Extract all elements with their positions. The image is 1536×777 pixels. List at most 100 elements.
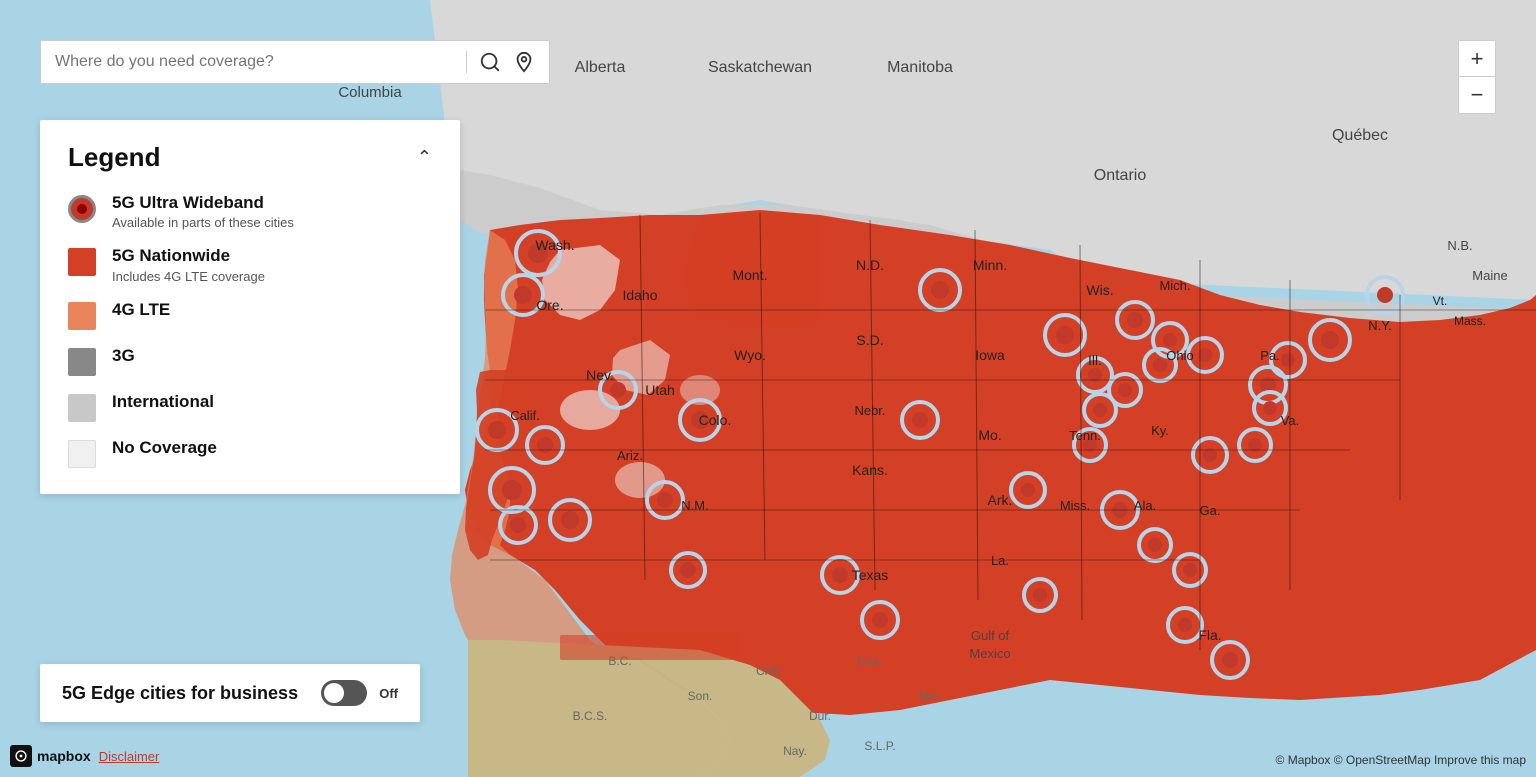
svg-text:Mass.: Mass. — [1454, 314, 1486, 328]
legend-panel: Legend ⌃ 5G Ultra Wideband Available in … — [40, 120, 460, 494]
search-icon[interactable] — [479, 51, 501, 73]
svg-text:Nay.: Nay. — [783, 744, 807, 758]
search-icon-wrap — [479, 51, 535, 73]
3g-text: 3G — [112, 346, 135, 366]
svg-text:Wyo.: Wyo. — [734, 347, 766, 363]
svg-text:N.M.: N.M. — [681, 498, 708, 513]
toggle-thumb — [324, 683, 344, 703]
svg-text:Dur.: Dur. — [809, 709, 831, 723]
svg-text:Wis.: Wis. — [1086, 282, 1113, 298]
svg-text:Miss.: Miss. — [1060, 498, 1090, 513]
svg-text:Maine: Maine — [1472, 268, 1507, 283]
svg-text:Québec: Québec — [1332, 127, 1388, 144]
svg-text:Colo.: Colo. — [699, 412, 732, 428]
svg-text:Calif.: Calif. — [510, 408, 540, 423]
legend-item-3g: 3G — [68, 346, 432, 376]
svg-text:Chih.: Chih. — [756, 664, 784, 678]
3g-label: 3G — [112, 346, 135, 366]
svg-text:Texas: Texas — [852, 567, 889, 583]
svg-text:N.Y.: N.Y. — [1368, 318, 1392, 333]
toggle-track[interactable] — [321, 680, 367, 706]
svg-text:Coa.: Coa. — [857, 654, 882, 668]
svg-text:Ariz.: Ariz. — [617, 448, 643, 463]
svg-text:Saskatchewan: Saskatchewan — [708, 59, 812, 76]
legend-collapse-button[interactable]: ⌃ — [417, 147, 432, 168]
search-input[interactable] — [55, 53, 454, 71]
svg-text:Tenn.: Tenn. — [1069, 428, 1101, 443]
edge-cities-bar: 5G Edge cities for business Off — [40, 664, 420, 722]
svg-text:Minn.: Minn. — [973, 257, 1007, 273]
search-bar[interactable] — [40, 40, 550, 84]
ultra-wideband-label: 5G Ultra Wideband — [112, 193, 294, 213]
nationwide-label: 5G Nationwide — [112, 246, 265, 266]
svg-text:N.B.: N.B. — [1447, 238, 1472, 253]
zoom-out-button[interactable]: − — [1459, 77, 1495, 113]
toggle-state-label: Off — [379, 686, 398, 701]
lte-icon — [68, 302, 96, 330]
svg-text:S.D.: S.D. — [856, 332, 883, 348]
svg-text:Ark.: Ark. — [988, 492, 1013, 508]
svg-text:Gulf of: Gulf of — [971, 628, 1010, 643]
edge-cities-label: 5G Edge cities for business — [62, 683, 298, 704]
mapbox-logo: mapbox — [10, 745, 91, 767]
svg-text:Ga.: Ga. — [1200, 503, 1221, 518]
international-text: International — [112, 392, 214, 412]
legend-item-international: International — [68, 392, 432, 422]
zoom-controls[interactable]: + − — [1458, 40, 1496, 114]
disclaimer-link[interactable]: Disclaimer — [99, 749, 160, 764]
svg-text:Utah: Utah — [645, 382, 675, 398]
svg-text:Mo.: Mo. — [978, 427, 1001, 443]
international-icon — [68, 394, 96, 422]
svg-text:Nev.: Nev. — [586, 367, 614, 383]
search-divider — [466, 51, 467, 73]
attribution-right: © Mapbox © OpenStreetMap Improve this ma… — [1276, 753, 1526, 767]
no-coverage-label: No Coverage — [112, 438, 217, 458]
svg-text:Ala.: Ala. — [1134, 498, 1156, 513]
attribution-right-text: © Mapbox © OpenStreetMap Improve this ma… — [1276, 753, 1526, 767]
svg-text:Manitoba: Manitoba — [887, 59, 953, 76]
svg-text:S.L.P.: S.L.P. — [864, 739, 895, 753]
mapbox-icon — [10, 745, 32, 767]
ultra-wideband-text: 5G Ultra Wideband Available in parts of … — [112, 193, 294, 230]
svg-text:Mexico: Mexico — [969, 646, 1010, 661]
lte-label: 4G LTE — [112, 300, 170, 320]
svg-text:Vt.: Vt. — [1433, 294, 1448, 308]
svg-text:Pa.: Pa. — [1260, 348, 1280, 363]
legend-header: Legend ⌃ — [68, 142, 432, 173]
mapbox-label: mapbox — [37, 748, 91, 764]
no-coverage-text: No Coverage — [112, 438, 217, 458]
svg-text:Va.: Va. — [1281, 413, 1300, 428]
ultra-wideband-sublabel: Available in parts of these cities — [112, 215, 294, 230]
ultra-wideband-icon — [68, 195, 96, 223]
nationwide-sublabel: Includes 4G LTE coverage — [112, 269, 265, 284]
3g-icon — [68, 348, 96, 376]
svg-text:B.C.S.: B.C.S. — [573, 709, 608, 723]
edge-cities-toggle[interactable]: Off — [321, 680, 398, 706]
svg-text:Ontario: Ontario — [1094, 167, 1147, 184]
location-pin-icon[interactable] — [513, 51, 535, 73]
legend-item-nationwide: 5G Nationwide Includes 4G LTE coverage — [68, 246, 432, 283]
svg-text:Kans.: Kans. — [852, 462, 888, 478]
svg-text:Idaho: Idaho — [622, 287, 657, 303]
map-container[interactable]: British Columbia Alberta Saskatchewan Ma… — [0, 0, 1536, 777]
no-coverage-icon — [68, 440, 96, 468]
svg-text:Ore.: Ore. — [536, 297, 563, 313]
svg-text:N.D.: N.D. — [856, 257, 884, 273]
svg-text:Ky.: Ky. — [1151, 423, 1169, 438]
svg-text:Mont.: Mont. — [732, 267, 767, 283]
nationwide-icon — [68, 248, 96, 276]
svg-text:Ill.: Ill. — [1088, 352, 1102, 368]
svg-text:Ohio: Ohio — [1166, 348, 1193, 363]
svg-text:Iowa: Iowa — [975, 347, 1005, 363]
svg-text:Alberta: Alberta — [575, 59, 626, 76]
svg-text:Columbia: Columbia — [338, 84, 402, 101]
svg-text:Tam.: Tam. — [917, 689, 943, 703]
svg-text:Fla.: Fla. — [1198, 627, 1221, 643]
svg-text:Mich.: Mich. — [1159, 278, 1190, 293]
svg-text:Wash.: Wash. — [535, 237, 574, 253]
svg-text:Son.: Son. — [688, 689, 713, 703]
zoom-in-button[interactable]: + — [1459, 41, 1495, 77]
legend-item-lte: 4G LTE — [68, 300, 432, 330]
legend-item-no-coverage: No Coverage — [68, 438, 432, 468]
svg-text:Nebr.: Nebr. — [854, 403, 885, 418]
